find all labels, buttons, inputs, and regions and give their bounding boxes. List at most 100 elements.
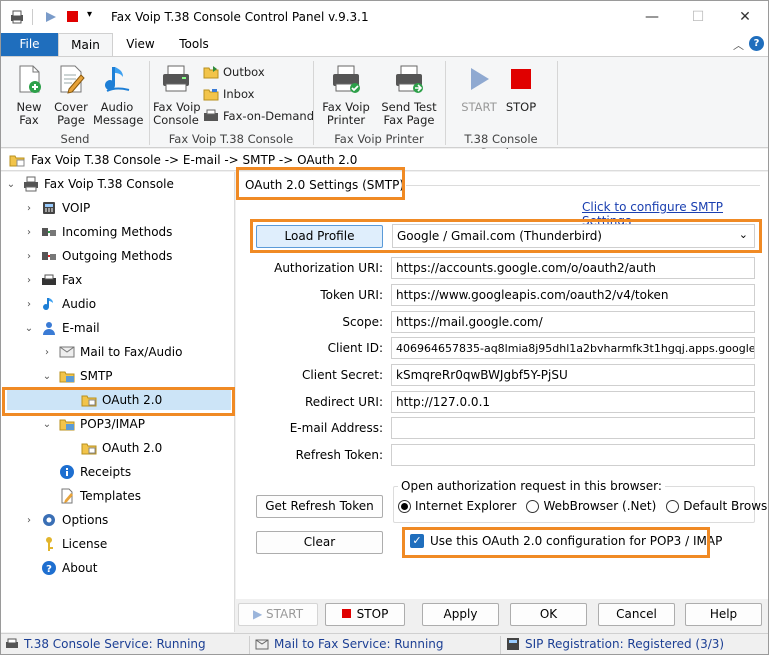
group-label-printer: Fax Voip Printer <box>334 132 424 146</box>
ribbon: New Fax Cover Page Audio Message Send Fa… <box>1 56 768 160</box>
bottom-start-button[interactable]: ▶ START <box>238 603 318 626</box>
audio-message-button[interactable]: Audio Message <box>93 63 143 127</box>
tree-item-templates[interactable]: Templates <box>41 486 141 506</box>
mail-status-icon <box>255 639 269 650</box>
bottom-button-bar: ▶ START STOP Apply OK Cancel Help <box>236 599 768 632</box>
radio-webbrowser-net[interactable]: WebBrowser (.Net) <box>526 499 656 513</box>
refresh-token-input[interactable] <box>391 444 755 466</box>
service-stop-button[interactable]: STOP <box>503 63 539 114</box>
client-id-label: Client ID: <box>327 341 383 355</box>
send-test-fax-button[interactable]: Send Test Fax Page <box>381 63 437 127</box>
client-secret-label: Client Secret: <box>302 368 383 382</box>
tree-item-smtp-oauth[interactable]: OAuth 2.0 <box>7 390 231 410</box>
tree-item-fax[interactable]: › Fax <box>23 270 82 290</box>
gear-icon <box>43 514 55 526</box>
radio-indicator <box>666 499 680 513</box>
about-help-icon: ? <box>42 561 56 575</box>
help-button[interactable]: Help <box>685 603 762 626</box>
use-pop3-checkbox[interactable]: ✓ Use this OAuth 2.0 configuration for P… <box>410 534 722 548</box>
tree-item-smtp[interactable]: ⌄ SMTP <box>41 366 113 386</box>
cover-page-button[interactable]: Cover Page <box>52 63 90 127</box>
cancel-button[interactable]: Cancel <box>598 603 675 626</box>
radio-indicator <box>526 499 540 513</box>
apply-button[interactable]: Apply <box>422 603 499 626</box>
tree-item-pop3[interactable]: ⌄ POP3/IMAP <box>41 414 145 434</box>
fax-on-demand-button[interactable]: Fax-on-Demand <box>203 109 314 123</box>
client-secret-input[interactable]: kSmqreRr0qwBWJgbf5Y-PjSU <box>391 364 755 386</box>
stop-quick-icon[interactable] <box>67 11 78 22</box>
tree-item-about[interactable]: ? About <box>23 558 97 578</box>
profile-select[interactable]: Google / Gmail.com (Thunderbird) ⌄ <box>392 224 755 248</box>
email-address-input[interactable] <box>391 417 755 439</box>
authorization-uri-input[interactable]: https://accounts.google.com/o/oauth2/aut… <box>391 257 755 279</box>
tab-tools[interactable]: Tools <box>169 33 219 56</box>
panel-title: OAuth 2.0 Settings (SMTP) <box>245 178 405 192</box>
outbox-folder-icon <box>203 66 219 79</box>
tab-main[interactable]: Main <box>58 33 113 56</box>
close-button[interactable]: ✕ <box>722 1 768 33</box>
get-refresh-token-button[interactable]: Get Refresh Token <box>256 495 383 518</box>
tree-item-options[interactable]: › Options <box>23 510 108 530</box>
email-address-label: E-mail Address: <box>289 421 383 435</box>
stop-icon <box>341 609 351 618</box>
tab-view[interactable]: View <box>118 33 163 56</box>
ok-button[interactable]: OK <box>510 603 587 626</box>
breadcrumb-text: Fax Voip T.38 Console -> E-mail -> SMTP … <box>31 153 358 167</box>
client-id-input[interactable]: 406964657835-aq8lmia8j95dhl1a2bvharmfk3t… <box>391 337 755 359</box>
incoming-methods-icon <box>42 228 56 236</box>
token-uri-input[interactable]: https://www.googleapis.com/oauth2/v4/tok… <box>391 284 755 306</box>
maximize-button[interactable]: ☐ <box>675 1 721 33</box>
voip-phone-icon <box>43 202 55 214</box>
status-sip: SIP Registration: Registered (3/3) <box>506 637 724 651</box>
fax-console-icon <box>24 176 38 192</box>
outgoing-methods-icon <box>42 252 56 260</box>
start-quick-icon[interactable] <box>45 11 57 23</box>
load-profile-button[interactable]: Load Profile <box>256 225 383 248</box>
oauth-settings-panel: OAuth 2.0 Settings (SMTP) Click to confi… <box>236 172 768 632</box>
new-fax-icon <box>19 65 41 93</box>
tab-file[interactable]: File <box>1 33 58 56</box>
redirect-uri-input[interactable]: http://127.0.0.1 <box>391 391 755 413</box>
tree-item-pop3-oauth[interactable]: OAuth 2.0 <box>81 438 162 458</box>
group-label-console: Fax Voip T.38 Console <box>168 132 294 146</box>
inbox-button[interactable]: Inbox <box>203 87 254 101</box>
fax-voip-printer-button[interactable]: Fax Voip Printer <box>321 63 371 127</box>
tree-item-mail-to-fax[interactable]: › Mail to Fax/Audio <box>41 342 182 362</box>
tree-item-license[interactable]: License <box>23 534 107 554</box>
tree-item-incoming[interactable]: › Incoming Methods <box>23 222 172 242</box>
quick-access-dropdown-icon[interactable]: ▾ <box>87 9 92 20</box>
tree-item-audio[interactable]: › Audio <box>23 294 96 314</box>
play-icon <box>471 68 489 90</box>
scope-input[interactable]: https://mail.google.com/ <box>391 311 755 333</box>
radio-internet-explorer[interactable]: Internet Explorer <box>398 499 516 513</box>
help-icon[interactable]: ? <box>749 36 764 51</box>
breadcrumb: Fax Voip T.38 Console -> E-mail -> SMTP … <box>1 149 768 171</box>
chevron-down-icon: ⌄ <box>738 228 748 241</box>
scope-label: Scope: <box>342 315 383 329</box>
fax-voip-console-button[interactable]: Fax Voip Console <box>153 63 201 127</box>
service-start-button[interactable]: START <box>459 63 499 114</box>
pop3-folder-icon <box>59 419 75 431</box>
tree-item-voip[interactable]: › VOIP <box>23 198 90 218</box>
fax-on-demand-icon <box>204 109 218 121</box>
status-mail-to-fax: Mail to Fax Service: Running <box>255 637 444 651</box>
collapse-ribbon-icon[interactable]: ︿ <box>733 37 744 53</box>
play-icon: ▶ <box>252 607 263 621</box>
checkbox-checked-icon: ✓ <box>410 534 424 548</box>
tree-item-root[interactable]: ⌄ Fax Voip T.38 Console <box>5 174 174 194</box>
status-service: T.38 Console Service: Running <box>5 637 206 651</box>
radio-default-browser[interactable]: Default Browser <box>666 499 768 513</box>
tree-item-receipts[interactable]: Receipts <box>41 462 131 482</box>
outbox-button[interactable]: Outbox <box>203 65 265 79</box>
title-bar: ▾ Fax Voip T.38 Console Control Panel v.… <box>1 1 768 33</box>
clear-button[interactable]: Clear <box>256 531 383 554</box>
tree-item-outgoing[interactable]: › Outgoing Methods <box>23 246 172 266</box>
info-icon <box>60 465 74 479</box>
radio-indicator <box>398 499 411 513</box>
status-bar: T.38 Console Service: Running Mail to Fa… <box>1 633 768 654</box>
printer-icon <box>11 10 23 24</box>
tree-item-email[interactable]: ⌄ E-mail <box>23 318 100 338</box>
bottom-stop-button[interactable]: STOP <box>325 603 405 626</box>
new-fax-button[interactable]: New Fax <box>9 63 49 127</box>
minimize-button[interactable]: — <box>629 1 675 33</box>
